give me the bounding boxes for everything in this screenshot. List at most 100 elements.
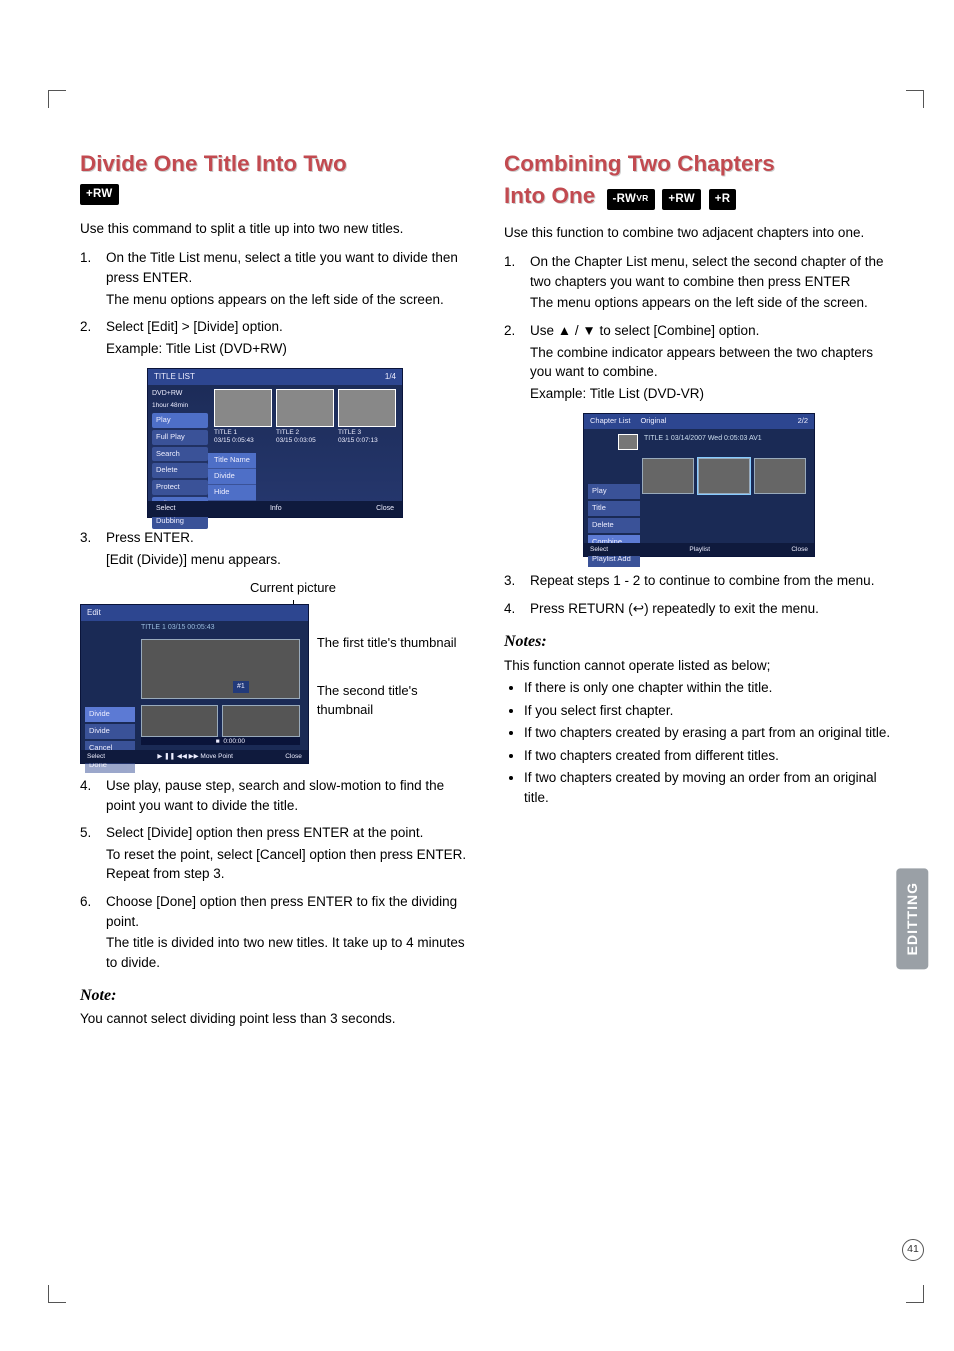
sub-titlename: Title Name xyxy=(208,453,256,469)
step-text: Choose [Done] option then press ENTER to… xyxy=(106,894,457,929)
sub-divide: Divide xyxy=(208,469,256,485)
steps-list-left: On the Title List menu, select a title y… xyxy=(80,248,470,358)
step-text: Use play, pause step, search and slow-mo… xyxy=(106,778,444,813)
bb2l: Select xyxy=(87,752,105,761)
section-title-combine: Combining Two Chapters xyxy=(504,150,894,178)
step-text: Use ▲ / ▼ to select [Combine] option. xyxy=(530,323,759,338)
badge-vr-txt: VR xyxy=(636,193,648,203)
menu-search: Search xyxy=(152,447,208,462)
side-divide: Divide xyxy=(85,724,135,739)
s3-hr: 2/2 xyxy=(798,416,808,427)
step-5: Select [Divide] option then press ENTER … xyxy=(80,823,470,884)
sub-hide: Hide xyxy=(208,485,256,501)
th2-d: 03/15 0:03:05 xyxy=(276,437,316,444)
step-cont: The title is divided into two new titles… xyxy=(106,933,470,972)
notes-heading: Notes: xyxy=(504,630,894,653)
step-text: Select [Divide] option then press ENTER … xyxy=(106,825,423,840)
bb-m: Info xyxy=(270,504,282,514)
bb-l: Select xyxy=(156,504,175,514)
intro-text: Use this command to split a title up int… xyxy=(80,219,470,239)
s3-title: Title xyxy=(588,501,640,516)
s3-bbl: Select xyxy=(590,545,608,554)
cap-second-thumb: The second title's thumbnail xyxy=(317,682,470,718)
menu-protect: Protect xyxy=(152,480,208,495)
shot2-hdr: Edit xyxy=(81,605,308,621)
step-text: Press RETURN (↩) repeatedly to exit the … xyxy=(530,601,819,616)
menu-fullplay: Full Play xyxy=(152,430,208,445)
s3-delete: Delete xyxy=(588,518,640,533)
th1-t: TITLE 1 xyxy=(214,429,237,436)
steps-list-left-3: Use play, pause step, search and slow-mo… xyxy=(80,776,470,972)
th2-t: TITLE 2 xyxy=(276,429,299,436)
bb2r: Close xyxy=(285,752,302,761)
crop-mark xyxy=(48,90,66,108)
badge-rw-txt: -RW xyxy=(613,193,637,205)
intro-text-right: Use this function to combine two adjacen… xyxy=(504,223,894,243)
badge-plus-r: +R xyxy=(709,189,737,210)
step-3: Press ENTER. [Edit (Divide)] menu appear… xyxy=(80,528,470,569)
step-cont: Example: Title List (DVD+RW) xyxy=(106,339,470,359)
cap-first-thumb: The first title's thumbnail xyxy=(317,634,470,652)
bullet-2: If you select first chapter. xyxy=(524,701,894,721)
screenshot-edit-divide: Edit TITLE 1 03/15 00:05:43 #1 Divide Di… xyxy=(80,604,309,764)
step-cont: The combine indicator appears between th… xyxy=(530,343,894,382)
steps-list-right: On the Chapter List menu, select the sec… xyxy=(504,252,894,403)
badge-plus-rw-2: +RW xyxy=(662,189,701,210)
notes-bullets: If there is only one chapter within the … xyxy=(504,678,894,807)
step-cont: To reset the point, select [Cancel] opti… xyxy=(106,845,470,884)
note-heading: Note: xyxy=(80,984,470,1007)
s3-play: Play xyxy=(588,484,640,499)
note-body: You cannot select dividing point less th… xyxy=(80,1009,470,1029)
side-tab-editting: EDITTING xyxy=(896,868,928,969)
bullet-5: If two chapters created by moving an ord… xyxy=(524,768,894,807)
step-text: On the Chapter List menu, select the sec… xyxy=(530,254,883,289)
side-divide-hdr: Divide xyxy=(85,707,135,722)
s3-hm: Original xyxy=(640,416,666,427)
step-text: Press ENTER. xyxy=(106,530,194,545)
s3-hl: Chapter List xyxy=(590,416,630,427)
shot-thumbs: TITLE 103/15 0:05:43 TITLE 203/15 0:03:0… xyxy=(214,389,396,445)
screenshot-chapter-list: Chapter List Original 2/2 TITLE 1 03/14/20… xyxy=(583,413,815,557)
step-r3: Repeat steps 1 - 2 to continue to combin… xyxy=(504,571,894,591)
left-column: Divide One Title Into Two +RW Use this c… xyxy=(80,150,470,1029)
bullet-3: If two chapters created by erasing a par… xyxy=(524,723,894,743)
step-r2: Use ▲ / ▼ to select [Combine] option. Th… xyxy=(504,321,894,403)
th1-d: 03/15 0:05:43 xyxy=(214,437,254,444)
current-picture-label: Current picture xyxy=(116,579,470,598)
bb-r: Close xyxy=(376,504,394,514)
step-cont: The menu options appears on the left sid… xyxy=(530,293,894,313)
step-2: Select [Edit] > [Divide] option. Example… xyxy=(80,317,470,358)
right-column: Combining Two Chapters Into One -RWVR +R… xyxy=(504,150,894,1029)
shot-submenu: Title Name Divide Hide xyxy=(208,453,256,501)
s3-bbm: Playlist xyxy=(689,545,710,554)
step-r1: On the Chapter List menu, select the sec… xyxy=(504,252,894,313)
step-r4: Press RETURN (↩) repeatedly to exit the … xyxy=(504,599,894,619)
shot2-time: 0:00:00 xyxy=(223,737,245,746)
step-cont: [Edit (Divide)] menu appears. xyxy=(106,550,470,570)
shot-topbar-r: 1/4 xyxy=(385,371,396,383)
step-6: Choose [Done] option then press ENTER to… xyxy=(80,892,470,972)
subtitle-into-one: Into One xyxy=(504,183,595,208)
s3-bbr: Close xyxy=(791,545,808,554)
shot-topbar-l: TITLE LIST xyxy=(154,371,195,383)
menu-delete: Delete xyxy=(152,463,208,478)
bullet-1: If there is only one chapter within the … xyxy=(524,678,894,698)
shot2-titleinfo: TITLE 1 03/15 00:05:43 xyxy=(141,623,215,633)
step-4: Use play, pause step, search and slow-mo… xyxy=(80,776,470,815)
page-number: 41 xyxy=(902,1239,924,1261)
s3-info: TITLE 1 03/14/2007 Wed 0:05:03 AV1 xyxy=(644,434,762,444)
badge-minus-rw-vr: -RWVR xyxy=(607,189,655,210)
shot-free: 1hour 48min xyxy=(152,401,208,410)
screenshot-title-list: TITLE LIST1/4 DVD+RW 1hour 48min Play Fu… xyxy=(147,368,403,518)
notes-intro: This function cannot operate listed as b… xyxy=(504,656,894,676)
shot2-marker: #1 xyxy=(233,681,249,693)
section-title-divide: Divide One Title Into Two xyxy=(80,150,470,178)
bullet-4: If two chapters created from different t… xyxy=(524,746,894,766)
th3-t: TITLE 3 xyxy=(338,429,361,436)
step-cont2: Example: Title List (DVD-VR) xyxy=(530,384,894,404)
step-cont: The menu options appears on the left sid… xyxy=(106,290,470,310)
crop-mark xyxy=(48,1285,66,1303)
steps-list-right-2: Repeat steps 1 - 2 to continue to combin… xyxy=(504,571,894,618)
step-1: On the Title List menu, select a title y… xyxy=(80,248,470,309)
th3-d: 03/15 0:07:13 xyxy=(338,437,378,444)
